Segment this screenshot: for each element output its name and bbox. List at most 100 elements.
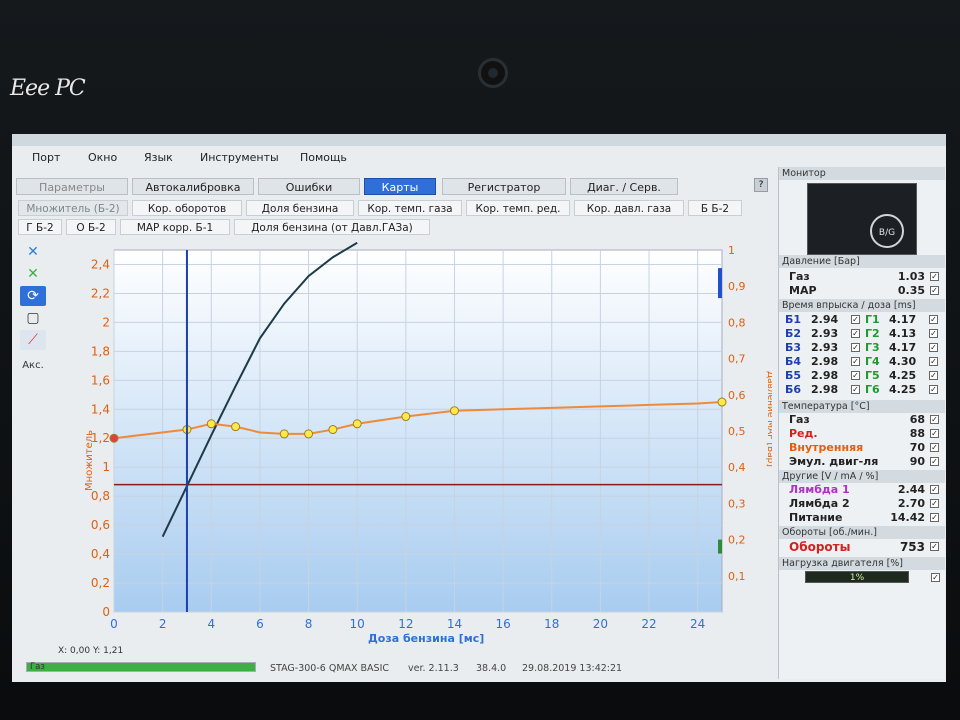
aks-button[interactable]: Акс. [20,356,46,376]
app-window: Порт Окно Язык Инструменты Помощь Параме… [12,134,946,682]
temp-internal-checkbox[interactable]: ✓ [930,443,939,452]
gas-injector-label: Г4 [865,355,880,368]
subtab-petrol-share[interactable]: Доля бензина [246,200,354,216]
y-tick-label: 1,8 [91,344,110,358]
x-tick-label: 0 [110,617,118,631]
petrol-injector-checkbox[interactable]: ✓ [851,343,860,352]
temp-internal-value: 70 [909,441,925,454]
plot-background [113,249,723,613]
refresh-icon[interactable]: ⟳ [20,286,46,306]
pressure-map-checkbox[interactable]: ✓ [930,286,939,295]
fuel-mode-button[interactable]: B/G [870,214,904,248]
subtab-red-temp-corr[interactable]: Кор. темп. ред. [466,200,570,216]
pressure-header: Давление [Бар] [779,255,945,268]
petrol-injector-checkbox[interactable]: ✓ [851,357,860,366]
injector-row: Б6 2.98 ✓ Г6 4.25 ✓ [783,383,943,397]
x-tick-label: 8 [305,617,313,631]
subtab-rpm-corr[interactable]: Кор. оборотов [132,200,242,216]
injector-row: Б5 2.98 ✓ Г5 4.25 ✓ [783,369,943,383]
menu-window[interactable]: Окно [88,151,117,164]
chart-icon[interactable]: ⟋ [20,330,46,350]
subtab-b-b2[interactable]: Б Б-2 [688,200,742,216]
menu-help[interactable]: Помощь [300,151,347,164]
gas-injector-checkbox[interactable]: ✓ [929,371,938,380]
lambda1-checkbox[interactable]: ✓ [930,485,939,494]
gas-injector-value: 4.30 [889,355,917,368]
temp-reducer-label: Ред. [789,427,818,440]
y-tick-label: 2 [102,315,110,329]
square-icon[interactable]: ▢ [20,308,46,328]
pressure-gas-checkbox[interactable]: ✓ [930,272,939,281]
subtab-petrol-share-gas-press[interactable]: Доля бензина (от Давл.ГАЗа) [234,219,430,235]
injector-row: Б4 2.98 ✓ Г4 4.30 ✓ [783,355,943,369]
gas-progress-label: Газ [30,662,45,672]
subtab-map-corr[interactable]: MAP корр. Б-1 [120,219,230,235]
power-checkbox[interactable]: ✓ [930,513,939,522]
temp-engine-emul-value: 90 [909,455,925,468]
load-checkbox[interactable]: ✓ [931,573,940,582]
petrol-injector-checkbox[interactable]: ✓ [851,385,860,394]
chart-area[interactable]: 0 2 4 6 8 10 12 14 16 18 20 22 24 0 0,2 0,4 0,6 0,8 1 1,2 1,… [82,241,775,658]
tab-errors[interactable]: Ошибки [258,178,360,195]
tab-recorder[interactable]: Регистратор [442,178,566,195]
brand-logo: Eee PC [10,76,86,101]
y2-tick-label: 0,5 [728,425,746,438]
subtab-g-b2[interactable]: Г Б-2 [18,219,62,235]
temp-gas-row: Газ 68 ✓ [783,413,943,427]
gas-injector-checkbox[interactable]: ✓ [929,329,938,338]
tab-diagnostics[interactable]: Диаг. / Серв. [570,178,678,195]
petrol-injector-checkbox[interactable]: ✓ [851,371,860,380]
injector-row: Б1 2.94 ✓ Г1 4.17 ✓ [783,313,943,327]
rpm-value: 753 [899,540,925,554]
pressure-map-row: MAP 0.35 ✓ [783,284,943,298]
pressure-gas-value: 1.03 [897,270,925,283]
temp-engine-emul-checkbox[interactable]: ✓ [930,457,939,466]
rpm-checkbox[interactable]: ✓ [930,542,939,551]
petrol-injector-checkbox[interactable]: ✓ [851,315,860,324]
tab-autocalibration[interactable]: Автокалибровка [132,178,254,195]
cursor-xy: X: 0,00 Y: 1,21 [58,646,124,656]
gas-injector-label: Г1 [865,313,880,326]
lambda2-label: Лямбда 2 [789,497,850,510]
lambda2-value: 2.70 [897,497,925,510]
petrol-injector-value: 2.98 [811,369,839,382]
subtab-o-b2[interactable]: О Б-2 [66,219,116,235]
lambda2-row: Лямбда 2 2.70 ✓ [783,497,943,511]
menu-language[interactable]: Язык [144,151,173,164]
y-tick-label: 1,4 [91,402,110,416]
lambda2-checkbox[interactable]: ✓ [930,499,939,508]
petrol-injector-label: Б3 [785,341,802,354]
y-tick-label: 0 [102,605,110,619]
gas-injector-label: Г2 [865,327,880,340]
subtab-multiplier[interactable]: Множитель (Б-2) [18,200,128,216]
menu-port[interactable]: Порт [32,151,60,164]
temp-gas-checkbox[interactable]: ✓ [930,415,939,424]
gas-injector-checkbox[interactable]: ✓ [929,343,938,352]
close-x-green-icon[interactable]: ✕ [20,264,46,284]
menu-tools[interactable]: Инструменты [200,151,279,164]
y2-tick-label: 0,9 [728,280,746,293]
multiplier-chart[interactable]: 0 2 4 6 8 10 12 14 16 18 20 22 2400,20,40,60,811,21,… [82,241,775,658]
petrol-injector-checkbox[interactable]: ✓ [851,329,860,338]
tab-maps[interactable]: Карты [364,178,436,195]
gas-injector-checkbox[interactable]: ✓ [929,385,938,394]
multiplier-point [279,429,289,439]
petrol-injector-label: Б4 [785,355,802,368]
temp-internal-row: Внутренняя 70 ✓ [783,441,943,455]
subtab-gas-temp-corr[interactable]: Кор. темп. газа [358,200,462,216]
menu-bar: Порт Окно Язык Инструменты Помощь [12,148,772,166]
main-tabs: Параметры Автокалибровка Ошибки Карты Ре… [16,178,768,196]
x-tick-label: 20 [593,617,608,631]
gas-injector-checkbox[interactable]: ✓ [929,315,938,324]
monitor-panel: Монитор B/G Давление [Бар] Газ 1.03 ✓ MA… [778,167,945,679]
monitor-title: Монитор [779,167,945,180]
help-icon[interactable]: ? [754,178,768,192]
lambda1-value: 2.44 [897,483,925,496]
gas-injector-checkbox[interactable]: ✓ [929,357,938,366]
petrol-injector-value: 2.98 [811,355,839,368]
subtab-gas-press-corr[interactable]: Кор. давл. газа [574,200,684,216]
injection-header: Время впрыска / доза [ms] [779,299,945,312]
close-x-icon[interactable]: ✕ [20,242,46,262]
tab-parameters[interactable]: Параметры [16,178,128,195]
temp-reducer-checkbox[interactable]: ✓ [930,429,939,438]
